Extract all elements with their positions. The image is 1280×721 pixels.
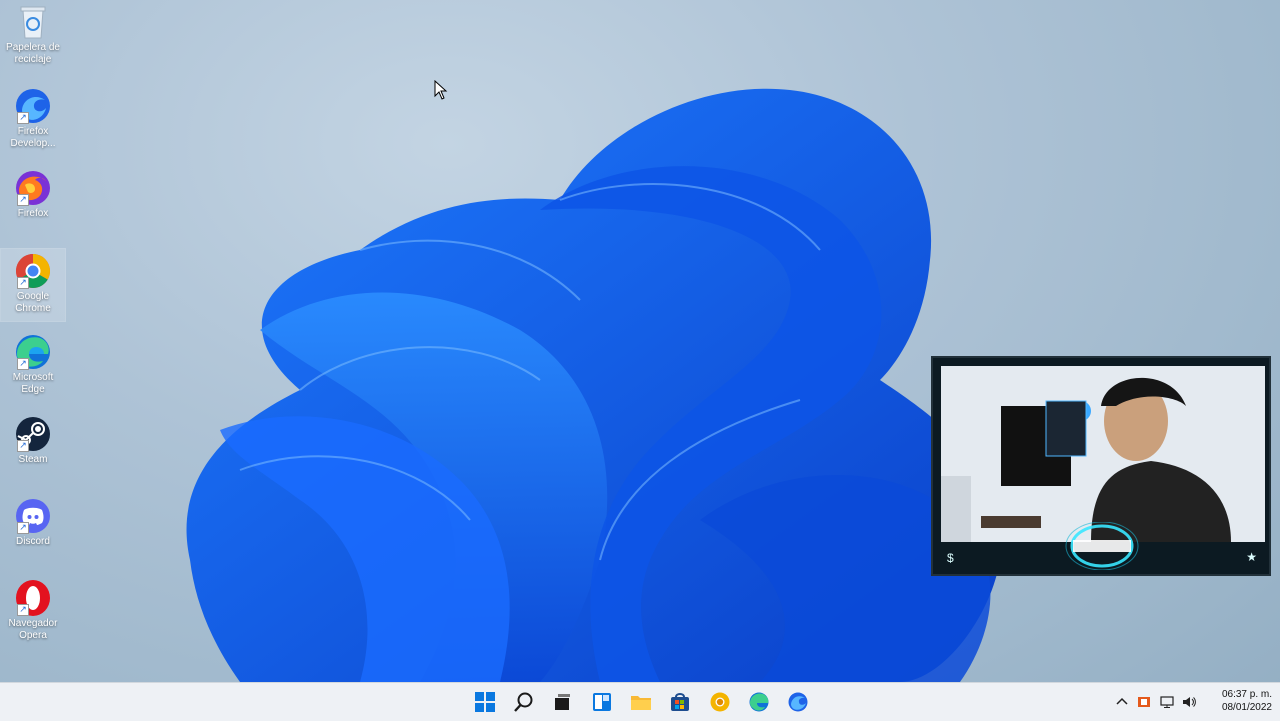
desktop-icon-label: Navegador Opera — [8, 618, 58, 641]
shortcut-arrow-icon: ↗ — [17, 358, 29, 370]
shortcut-arrow-icon: ↗ — [17, 440, 29, 452]
file-explorer-icon — [631, 696, 651, 710]
shortcut-arrow-icon: ↗ — [17, 522, 29, 534]
edge-icon: ↗ — [11, 332, 55, 372]
streamer-logo-icon — [1065, 522, 1139, 570]
taskbar-chrome-button[interactable] — [707, 690, 733, 714]
desktop-icon-label: Google Chrome — [15, 291, 51, 314]
desktop-icon-label: Steam — [18, 454, 48, 465]
desktop-icon-opera[interactable]: ↗ Navegador Opera — [1, 576, 65, 648]
desktop-icon-firefox-developer[interactable]: ↗ Firefox Develop... — [1, 84, 65, 156]
monitor-icon — [1160, 696, 1174, 708]
desktop-icon-edge[interactable]: ↗ Microsoft Edge — [1, 330, 65, 402]
volume-icon — [1183, 697, 1196, 707]
show-hidden-icons-button[interactable] — [1114, 694, 1130, 710]
shortcut-arrow-icon: ↗ — [17, 112, 29, 124]
widgets-icon — [593, 693, 611, 711]
store-button[interactable] — [667, 690, 693, 714]
shortcut-arrow-icon: ↗ — [17, 194, 29, 206]
store-icon — [671, 693, 689, 711]
clock[interactable]: 06:37 p. m. 08/01/2022 — [1200, 688, 1272, 714]
firefox-developer-icon: ↗ — [11, 86, 55, 126]
webcam-scene — [941, 366, 1265, 542]
file-explorer-button[interactable] — [628, 690, 654, 714]
opera-icon: ↗ — [11, 578, 55, 618]
steam-icon: ↗ — [11, 414, 55, 454]
taskbar-firefox-button[interactable] — [785, 690, 811, 714]
task-view-icon — [555, 694, 570, 710]
shortcut-arrow-icon: ↗ — [17, 604, 29, 616]
webcam-overlay: $ ★ — [931, 356, 1271, 576]
taskbar: 06:37 p. m. 08/01/2022 — [0, 682, 1280, 721]
desktop-icon-label: Discord — [16, 536, 50, 547]
webcam-caption-bar: $ ★ — [933, 522, 1269, 574]
taskbar-edge-button[interactable] — [746, 690, 772, 714]
shortcut-arrow-icon: ↗ — [17, 277, 29, 289]
desktop-icon-chrome[interactable]: ↗ Google Chrome — [0, 248, 66, 322]
mouse-cursor-icon — [434, 80, 448, 100]
chrome-icon: ↗ — [11, 251, 55, 291]
firefox-icon — [788, 692, 808, 712]
wallpaper-bloom — [186, 88, 1001, 682]
clock-date: 08/01/2022 — [1221, 702, 1272, 713]
desktop-icon-recycle-bin[interactable]: Papelera de reciclaje — [1, 0, 65, 72]
webcam-left-label: $ — [947, 551, 954, 565]
webcam-right-label: ★ — [1246, 550, 1257, 564]
network-button[interactable] — [1159, 694, 1175, 710]
recycle-bin-icon — [11, 2, 55, 42]
desktop-icon-label: Microsoft Edge — [12, 372, 54, 395]
chevron-up-icon — [1116, 697, 1128, 705]
webcam-video — [941, 366, 1265, 542]
firefox-icon: ↗ — [11, 168, 55, 208]
search-button[interactable] — [511, 690, 537, 714]
start-button[interactable] — [472, 690, 498, 714]
desktop-icon-label: Papelera de reciclaje — [6, 42, 60, 65]
chrome-icon — [710, 692, 730, 712]
clock-time: 06:37 p. m. — [1221, 689, 1272, 700]
discord-icon: ↗ — [11, 496, 55, 536]
desktop-icon-firefox[interactable]: ↗ Firefox — [1, 166, 65, 238]
desktop-icon-label: Firefox — [17, 208, 49, 219]
desktop-icon-discord[interactable]: ↗ Discord — [1, 494, 65, 566]
app-tray-icon — [1138, 697, 1150, 707]
start-icon — [475, 692, 495, 712]
search-icon — [514, 692, 533, 712]
desktop-icon-label: Firefox Develop... — [10, 126, 56, 149]
tray-app-button[interactable] — [1136, 694, 1152, 710]
edge-icon — [749, 692, 769, 712]
volume-button[interactable] — [1181, 694, 1197, 710]
widgets-button[interactable] — [589, 690, 615, 714]
task-view-button[interactable] — [549, 690, 575, 714]
desktop-icon-steam[interactable]: ↗ Steam — [1, 412, 65, 484]
